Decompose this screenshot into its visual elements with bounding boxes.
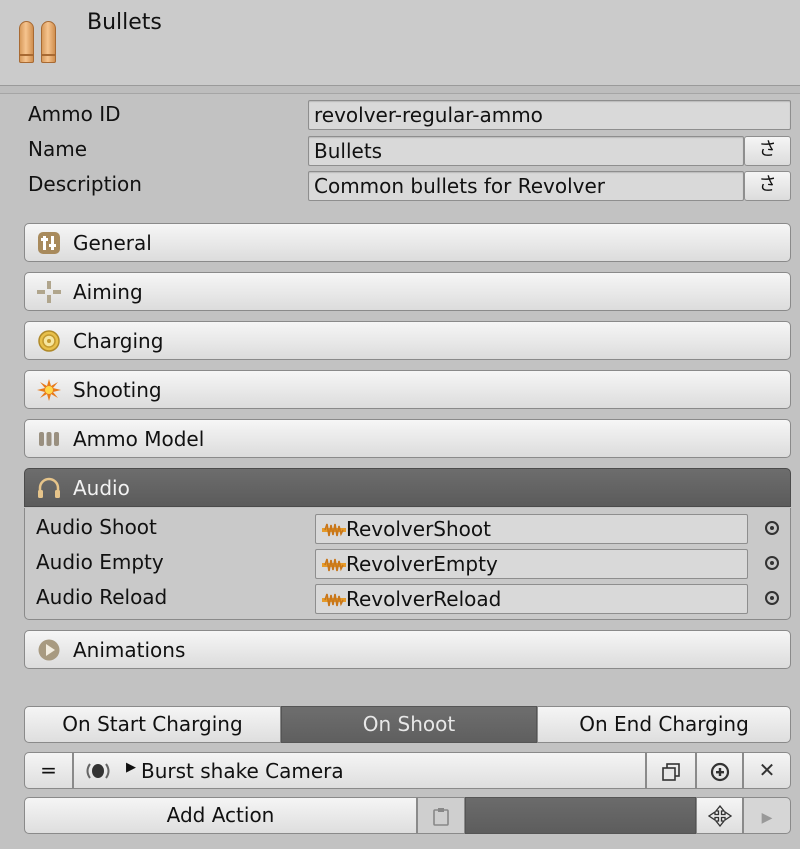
section-animations-label: Animations (73, 638, 186, 662)
inspector-header: Bullets (0, 0, 800, 86)
audio-reload-field[interactable]: RevolverReload (315, 584, 748, 614)
audio-empty-field[interactable]: RevolverEmpty (315, 549, 748, 579)
tab-on-end-charging[interactable]: On End Charging (537, 706, 791, 743)
audio-clip-icon (322, 593, 346, 607)
audio-reload-value: RevolverReload (346, 587, 502, 611)
paste-button[interactable] (417, 797, 465, 834)
section-aiming-label: Aiming (73, 280, 143, 304)
duplicate-icon (662, 763, 680, 781)
section-general[interactable]: General (24, 223, 791, 262)
object-picker-icon[interactable] (765, 556, 779, 570)
action-drop-area[interactable] (465, 797, 696, 834)
description-localize-button[interactable]: さ (744, 171, 791, 201)
play-arrow-icon: ▶ (761, 810, 773, 826)
explosion-icon (37, 379, 61, 401)
section-general-label: General (73, 231, 152, 255)
crosshair-icon (37, 281, 61, 303)
duplicate-button[interactable] (646, 752, 696, 789)
section-charging-label: Charging (73, 329, 164, 353)
name-field[interactable]: Bullets (308, 136, 744, 166)
general-icon (38, 232, 60, 254)
object-picker-icon[interactable] (765, 521, 779, 535)
audio-empty-value: RevolverEmpty (346, 552, 498, 576)
drag-handle[interactable]: = (24, 752, 73, 789)
section-charging[interactable]: Charging (24, 321, 791, 360)
audio-clip-icon (322, 558, 346, 572)
audio-reload-label: Audio Reload (36, 585, 168, 609)
audio-empty-label: Audio Empty (36, 550, 164, 574)
audio-shoot-label: Audio Shoot (36, 515, 157, 539)
section-animations[interactable]: Animations (24, 630, 791, 669)
action-item[interactable]: ▶ Burst shake Camera (73, 752, 646, 789)
object-picker-icon[interactable] (765, 591, 779, 605)
add-instance-button[interactable] (696, 752, 743, 789)
camera-shake-icon (86, 763, 110, 779)
description-label: Description (28, 172, 142, 196)
clipboard-icon (433, 808, 449, 826)
ammo-id-field[interactable]: revolver-regular-ammo (308, 100, 791, 130)
ammo-id-label: Ammo ID (28, 102, 121, 126)
audio-shoot-field[interactable]: RevolverShoot (315, 514, 748, 544)
audio-shoot-value: RevolverShoot (346, 517, 491, 541)
section-shooting[interactable]: Shooting (24, 370, 791, 409)
section-ammo-model-label: Ammo Model (73, 427, 205, 451)
charging-icon (38, 330, 60, 352)
headphones-icon (38, 477, 60, 498)
name-localize-button[interactable]: さ (744, 136, 791, 166)
asset-title: Bullets (87, 10, 162, 35)
remove-action-button[interactable]: ✕ (743, 752, 791, 789)
section-aiming[interactable]: Aiming (24, 272, 791, 311)
section-audio[interactable]: Audio (24, 468, 791, 507)
section-shooting-label: Shooting (73, 378, 162, 402)
add-circle-icon (710, 762, 730, 782)
section-audio-label: Audio (73, 476, 130, 500)
close-icon: ✕ (758, 758, 776, 782)
action-name: Burst shake Camera (141, 759, 344, 783)
header-divider (0, 86, 800, 94)
tab-on-start-charging[interactable]: On Start Charging (24, 706, 281, 743)
expand-arrow-icon[interactable]: ▶ (126, 760, 136, 775)
play-action-button[interactable]: ▶ (743, 797, 791, 834)
name-label: Name (28, 137, 88, 161)
add-action-button[interactable]: Add Action (24, 797, 417, 834)
ammo-model-icon (39, 432, 59, 446)
section-ammo-model[interactable]: Ammo Model (24, 419, 791, 458)
tab-on-shoot[interactable]: On Shoot (281, 706, 537, 743)
move-icon (708, 805, 732, 827)
play-icon (38, 639, 60, 661)
audio-clip-icon (322, 523, 346, 537)
description-field[interactable]: Common bullets for Revolver (308, 171, 744, 201)
move-button[interactable] (696, 797, 743, 834)
